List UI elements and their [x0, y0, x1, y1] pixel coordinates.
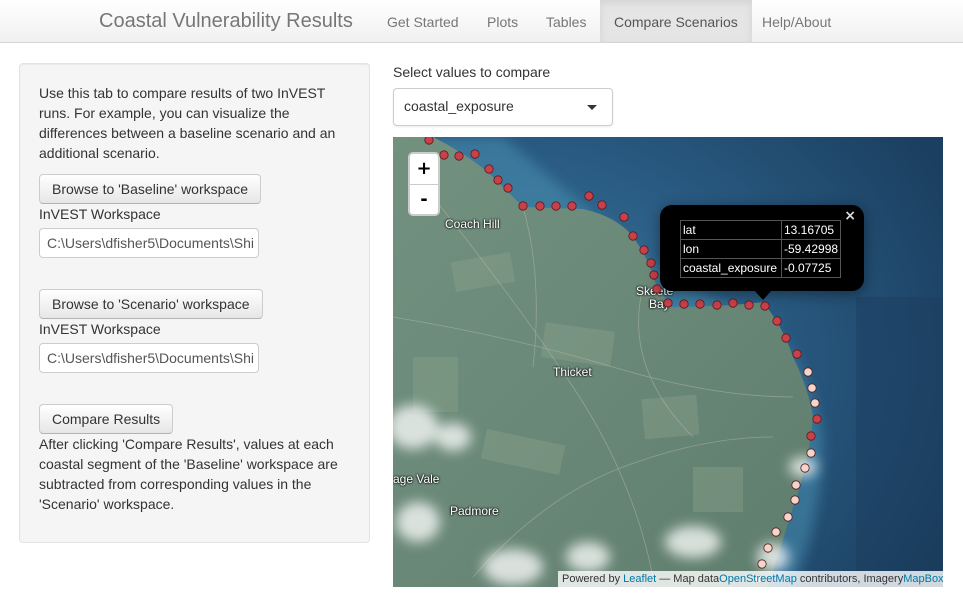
coastal-segment-marker[interactable] — [535, 201, 545, 211]
compare-select-label: Select values to compare — [393, 64, 551, 80]
coastal-segment-marker[interactable] — [619, 212, 629, 222]
baseline-workspace-field[interactable]: C:\Users\dfisher5\Documents\Shi — [39, 228, 259, 258]
coastal-segment-marker[interactable] — [800, 463, 810, 473]
caret-down-icon — [587, 105, 597, 110]
coastal-segment-marker[interactable] — [454, 151, 464, 161]
compare-values-select[interactable]: coastal_exposure — [393, 88, 613, 126]
popup-key: lat — [680, 220, 782, 240]
coastal-segment-marker[interactable] — [597, 200, 607, 210]
compare-results-button[interactable]: Compare Results — [39, 404, 174, 434]
coastal-segment-marker[interactable] — [493, 175, 503, 185]
intro-text: Use this tab to compare results of two I… — [39, 85, 336, 161]
baseline-workspace-label: InVEST Workspace — [39, 206, 161, 222]
coastal-segment-marker[interactable] — [470, 149, 480, 159]
coastal-segment-marker[interactable] — [695, 299, 705, 309]
coastal-segment-marker[interactable] — [806, 448, 816, 458]
app-title: Coastal Vulnerability Results — [99, 10, 353, 32]
coastal-segment-marker[interactable] — [810, 398, 820, 408]
popup-table: lat 13.16705 lon -59.42998 coastal_expos… — [680, 220, 842, 278]
coastal-segment-marker[interactable] — [791, 480, 801, 490]
tab-tables[interactable]: Tables — [532, 0, 600, 42]
coastal-segment-marker[interactable] — [763, 543, 773, 553]
compare-help-text: After clicking 'Compare Results', values… — [39, 436, 338, 512]
tab-compare-scenarios[interactable]: Compare Scenarios — [600, 0, 752, 42]
compare-select-value: coastal_exposure — [404, 98, 514, 114]
table-row: lat 13.16705 — [680, 220, 842, 240]
coastal-segment-marker[interactable] — [760, 301, 770, 311]
coastal-segment-marker[interactable] — [639, 245, 649, 255]
coastal-segment-marker[interactable] — [439, 150, 449, 160]
coastal-segment-marker[interactable] — [503, 183, 513, 193]
coastal-segment-marker[interactable] — [518, 201, 528, 211]
coastal-segment-marker[interactable] — [790, 495, 800, 505]
coastal-segment-marker[interactable] — [679, 299, 689, 309]
scenario-workspace-label: InVEST Workspace — [39, 321, 161, 337]
coastal-segment-marker[interactable] — [792, 349, 802, 359]
scenario-workspace-field[interactable]: C:\Users\dfisher5\Documents\Shi — [39, 343, 259, 373]
coastal-segment-marker[interactable] — [646, 258, 656, 268]
coastal-segment-marker[interactable] — [744, 300, 754, 310]
popup-value: -59.42998 — [780, 239, 842, 259]
popup-tip — [754, 290, 772, 300]
tab-plots[interactable]: Plots — [473, 0, 532, 42]
leaflet-link[interactable]: Leaflet — [623, 573, 656, 585]
sidebar-panel: Use this tab to compare results of two I… — [19, 63, 370, 543]
map-attribution: Powered by Leaflet — Map dataOpenStreetM… — [558, 571, 943, 587]
coastal-segment-marker[interactable] — [783, 512, 793, 522]
popup-key: coastal_exposure — [680, 258, 782, 278]
coastal-segment-marker[interactable] — [628, 231, 638, 241]
coastal-segment-marker[interactable] — [712, 300, 722, 310]
coastal-segment-marker[interactable] — [807, 383, 817, 393]
navbar: Coastal Vulnerability Results Get Starte… — [0, 0, 963, 43]
browse-scenario-button[interactable]: Browse to 'Scenario' workspace — [39, 289, 263, 319]
coastal-segment-marker[interactable] — [551, 201, 561, 211]
coastal-segment-marker[interactable] — [649, 270, 659, 280]
tab-get-started[interactable]: Get Started — [373, 0, 473, 42]
browse-baseline-button[interactable]: Browse to 'Baseline' workspace — [39, 174, 261, 204]
coastal-segment-marker[interactable] — [424, 137, 434, 145]
coastal-segment-marker[interactable] — [728, 298, 738, 308]
popup-key: lon — [680, 239, 782, 259]
coastal-segment-marker[interactable] — [757, 559, 767, 569]
coastal-segment-marker[interactable] — [652, 284, 662, 294]
mapbox-link[interactable]: MapBox — [903, 573, 943, 585]
coastal-segment-marker[interactable] — [771, 527, 781, 537]
coastal-segment-marker[interactable] — [806, 431, 816, 441]
coastal-segment-marker[interactable] — [584, 191, 594, 201]
tab-help-about[interactable]: Help/About — [748, 0, 845, 42]
coastal-segment-marker[interactable] — [567, 201, 577, 211]
close-icon[interactable]: × — [844, 208, 856, 224]
coastal-segment-marker[interactable] — [484, 164, 494, 174]
coastal-segment-marker[interactable] — [772, 316, 782, 326]
popup-value: 13.16705 — [780, 220, 842, 240]
coastal-segment-marker[interactable] — [663, 298, 673, 308]
popup-value: -0.07725 — [780, 258, 842, 278]
table-row: lon -59.42998 — [680, 239, 842, 259]
coastal-segment-marker[interactable] — [812, 414, 822, 424]
table-row: coastal_exposure -0.07725 — [680, 258, 842, 278]
coastal-segment-marker[interactable] — [803, 367, 813, 377]
map-popup: × lat 13.16705 lon -59.42998 coastal_exp… — [660, 205, 864, 291]
coastal-segment-marker[interactable] — [781, 333, 791, 343]
osm-link[interactable]: OpenStreetMap — [719, 573, 797, 585]
